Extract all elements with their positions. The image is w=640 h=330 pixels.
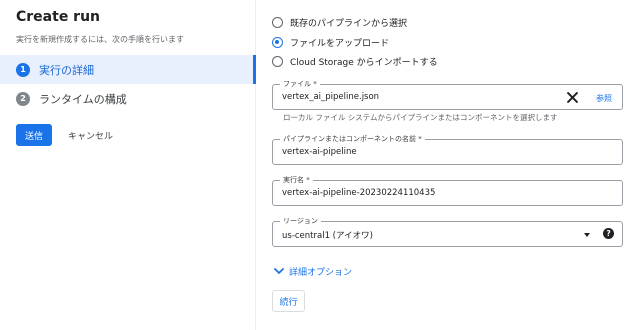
radio-button[interactable] [272,37,283,48]
advanced-options-label: 詳細オプション [289,268,353,278]
pipeline-name-value: vertex-ai-pipeline [282,147,357,157]
step-label: ランタイムの構成 [39,92,127,106]
chevron-down-icon [274,268,284,275]
pipeline-name-label: パイプラインまたはコンポーネントの名前 * [280,134,425,144]
step-number-badge: 1 [16,62,30,77]
step-number-badge: 2 [16,91,30,106]
region-value: us-central1 (アイオワ) [282,231,373,241]
file-field-value: vertex_ai_pipeline.json [282,92,380,102]
pipeline-name-field[interactable]: パイプラインまたはコンポーネントの名前 * vertex-ai-pipeline [272,134,623,165]
radio-existing-pipeline[interactable]: 既存のパイプラインから選択 [272,16,407,29]
radio-label: ファイルをアップロード [290,39,390,49]
region-label: リージョン [280,216,321,226]
run-name-label: 実行名 * [280,175,313,185]
run-name-field[interactable]: 実行名 * vertex-ai-pipeline-20230224110435 [272,175,623,206]
radio-label: Cloud Storage からインポートする [290,58,438,68]
browse-button[interactable]: 参照 [596,93,612,104]
step-label: 実行の詳細 [39,63,94,77]
dropdown-arrow-icon[interactable] [584,233,590,237]
submit-button[interactable]: 送信 [16,124,52,146]
radio-label: 既存のパイプラインから選択 [290,19,408,29]
radio-button[interactable] [272,17,283,28]
radio-upload-file[interactable]: ファイルをアップロード [272,36,389,49]
continue-button[interactable]: 続行 [272,290,305,312]
step-run-details[interactable]: 1 実行の詳細 [0,55,256,84]
run-details-form: 既存のパイプラインから選択 ファイルをアップロード Cloud Storage … [256,0,640,330]
close-icon[interactable] [564,89,580,105]
file-field-hint: ローカル ファイル システムからパイプラインまたはコンポーネントを選択します [283,113,558,122]
step-runtime-config[interactable]: 2 ランタイムの構成 [0,84,256,113]
radio-button[interactable] [272,56,283,67]
page-title: Create run [16,9,101,25]
page-subtitle: 実行を新規作成するには、次の手順を行います [16,35,184,44]
help-icon[interactable]: ? [603,228,614,239]
region-select[interactable]: リージョン us-central1 (アイオワ) ? [272,216,623,247]
radio-cloud-storage[interactable]: Cloud Storage からインポートする [272,55,438,68]
file-field[interactable]: ファイル * vertex_ai_pipeline.json 参照 [272,79,623,110]
cancel-button[interactable]: キャンセル [62,124,119,146]
stepper-panel: Create run 実行を新規作成するには、次の手順を行います 1 実行の詳細… [0,0,256,330]
file-field-label: ファイル * [280,79,320,89]
run-name-value: vertex-ai-pipeline-20230224110435 [282,188,436,198]
advanced-options-toggle[interactable]: 詳細オプション [274,265,352,278]
